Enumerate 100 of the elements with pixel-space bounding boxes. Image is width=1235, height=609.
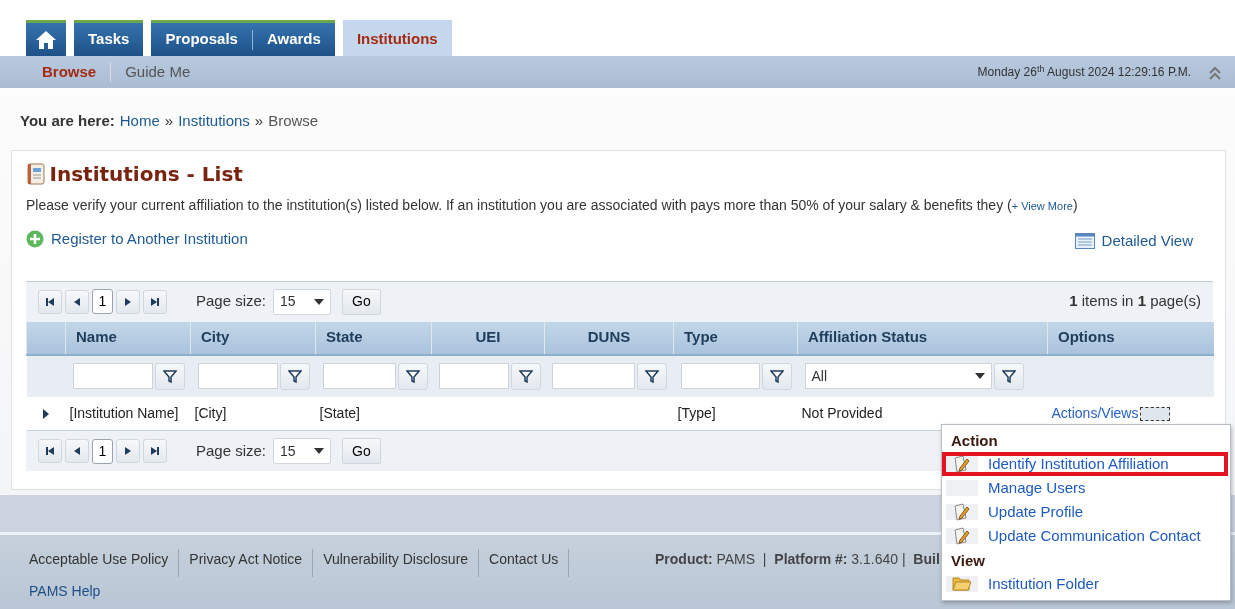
actions-link[interactable]: Actions/Views: [1051, 404, 1139, 421]
dropdown-toggle-button[interactable]: [1140, 407, 1171, 422]
notebook-icon: [26, 163, 46, 185]
go-button[interactable]: Go: [342, 438, 381, 464]
breadcrumb-link[interactable]: Institutions: [178, 110, 250, 133]
footer-link[interactable]: Contact Us: [479, 549, 570, 577]
filter-input[interactable]: [72, 363, 153, 389]
footer-link[interactable]: PAMS Help: [29, 581, 111, 609]
filter-button[interactable]: [993, 362, 1024, 390]
caret-icon: [314, 448, 325, 454]
subnav-tab[interactable]: Guide Me: [111, 60, 205, 84]
breadcrumb-separator: »: [164, 111, 174, 131]
previous-page-icon: [72, 296, 82, 307]
filter-input[interactable]: [322, 363, 396, 389]
first-page-icon: [45, 446, 55, 456]
previous-page-button[interactable]: [65, 289, 89, 314]
page-size-label: Page size:: [196, 291, 267, 312]
detailed-view-link[interactable]: Detailed View: [1074, 230, 1193, 253]
home-tab[interactable]: [26, 20, 66, 56]
menu-section-title: View: [950, 551, 986, 571]
caret-icon: [314, 298, 325, 305]
column-header: DUNS: [544, 321, 674, 355]
menu-item[interactable]: Institution Folder: [942, 572, 1228, 596]
menu-item[interactable]: Update Profile: [942, 500, 1228, 524]
next-page-icon: [123, 446, 133, 456]
panel-title: Institutions - List: [49, 161, 243, 188]
register-link[interactable]: Register to Another Institution: [26, 228, 248, 251]
next-page-button[interactable]: [116, 289, 140, 314]
column-header: Options: [1047, 321, 1214, 355]
filter-icon: [162, 369, 177, 383]
breadcrumb-label: You are here:: [20, 111, 115, 131]
filter-input[interactable]: [438, 363, 509, 389]
filter-icon: [1001, 369, 1016, 383]
column-header: State: [315, 321, 432, 355]
next-page-button[interactable]: [116, 439, 140, 463]
pager-summary: 1 items in 1 page(s): [1069, 291, 1201, 312]
filter-icon: [518, 369, 533, 383]
intro-text: Please verify your current affiliation to the institution(s) listed below. If an institution you are associated with pays more than 50% of your salary & benefits they (+ View More): [26, 196, 1079, 215]
filter-icon: [769, 369, 784, 383]
table-cell: [City]: [194, 404, 227, 421]
tab[interactable]: Awards: [252, 23, 335, 56]
first-page-icon: [45, 296, 55, 307]
tab[interactable]: Proposals: [151, 23, 252, 56]
caret-icon: [974, 373, 985, 379]
menu-item[interactable]: Update Communication Contact: [942, 524, 1228, 548]
list-icon: [1074, 233, 1095, 250]
last-page-icon: [150, 296, 160, 307]
filter-button[interactable]: [154, 362, 185, 390]
page-number-button[interactable]: 1: [92, 289, 113, 314]
expand-arrow-icon[interactable]: [42, 409, 50, 420]
first-page-button[interactable]: [38, 289, 62, 314]
filter-select[interactable]: All: [804, 363, 992, 389]
page-number-button[interactable]: 1: [92, 438, 113, 464]
page-size-label: Page size:: [196, 440, 267, 461]
column-header: UEI: [431, 321, 545, 355]
filter-icon: [405, 369, 420, 383]
last-page-icon: [150, 446, 160, 456]
chevron-up-icon: [1209, 65, 1221, 80]
menu-item[interactable]: Identify Institution Affiliation: [942, 452, 1228, 476]
subnav-tab[interactable]: Browse: [28, 60, 111, 84]
footer-link[interactable]: Acceptable Use Policy: [29, 549, 180, 577]
first-page-button[interactable]: [38, 439, 62, 463]
date-time: Monday 26$^{th}$ August 2024 12:29:16 P.M.: [977, 63, 1192, 81]
table-cell: [Type]: [677, 404, 716, 421]
menu-section-title: Action: [950, 431, 999, 451]
filter-icon: [644, 369, 659, 383]
previous-page-button[interactable]: [65, 439, 89, 463]
table-cell: [State]: [319, 404, 360, 421]
go-button[interactable]: Go: [342, 288, 381, 315]
menu-item[interactable]: Manage Users: [942, 476, 1228, 500]
filter-input[interactable]: [551, 363, 635, 389]
breadcrumb-separator: »: [254, 111, 264, 131]
table-cell: [Institution Name]: [69, 404, 179, 421]
plus-circle-icon: [26, 230, 44, 249]
filter-button[interactable]: [636, 362, 667, 390]
filter-button[interactable]: [279, 362, 310, 390]
last-page-button[interactable]: [143, 289, 167, 314]
column-header: Name: [65, 321, 191, 355]
breadcrumb-link[interactable]: Home: [119, 110, 160, 133]
footer-link[interactable]: Vulnerability Disclosure: [313, 549, 480, 577]
folder-icon: [952, 574, 972, 594]
pencil-icon: [952, 454, 972, 474]
last-page-button[interactable]: [143, 439, 167, 463]
page-size-select[interactable]: 15: [273, 438, 332, 464]
build-info: Product: PAMS | Platform #: 3.1.640 | Buil: [655, 550, 940, 569]
view-more-link[interactable]: + View More: [1011, 200, 1073, 212]
footer-link[interactable]: Privacy Act Notice: [179, 549, 314, 577]
filter-input[interactable]: [197, 363, 278, 389]
previous-page-icon: [72, 446, 82, 456]
next-page-icon: [123, 296, 133, 307]
filter-button[interactable]: [397, 362, 428, 390]
pencil-icon: [952, 526, 972, 546]
filter-button[interactable]: [510, 362, 541, 390]
page-size-select[interactable]: 15: [273, 288, 332, 315]
table-cell: Not Provided: [801, 404, 883, 421]
column-header: Type: [673, 321, 798, 355]
filter-icon: [287, 369, 302, 383]
filter-button[interactable]: [761, 362, 792, 390]
filter-input[interactable]: [680, 363, 760, 389]
home-icon: [35, 29, 57, 50]
